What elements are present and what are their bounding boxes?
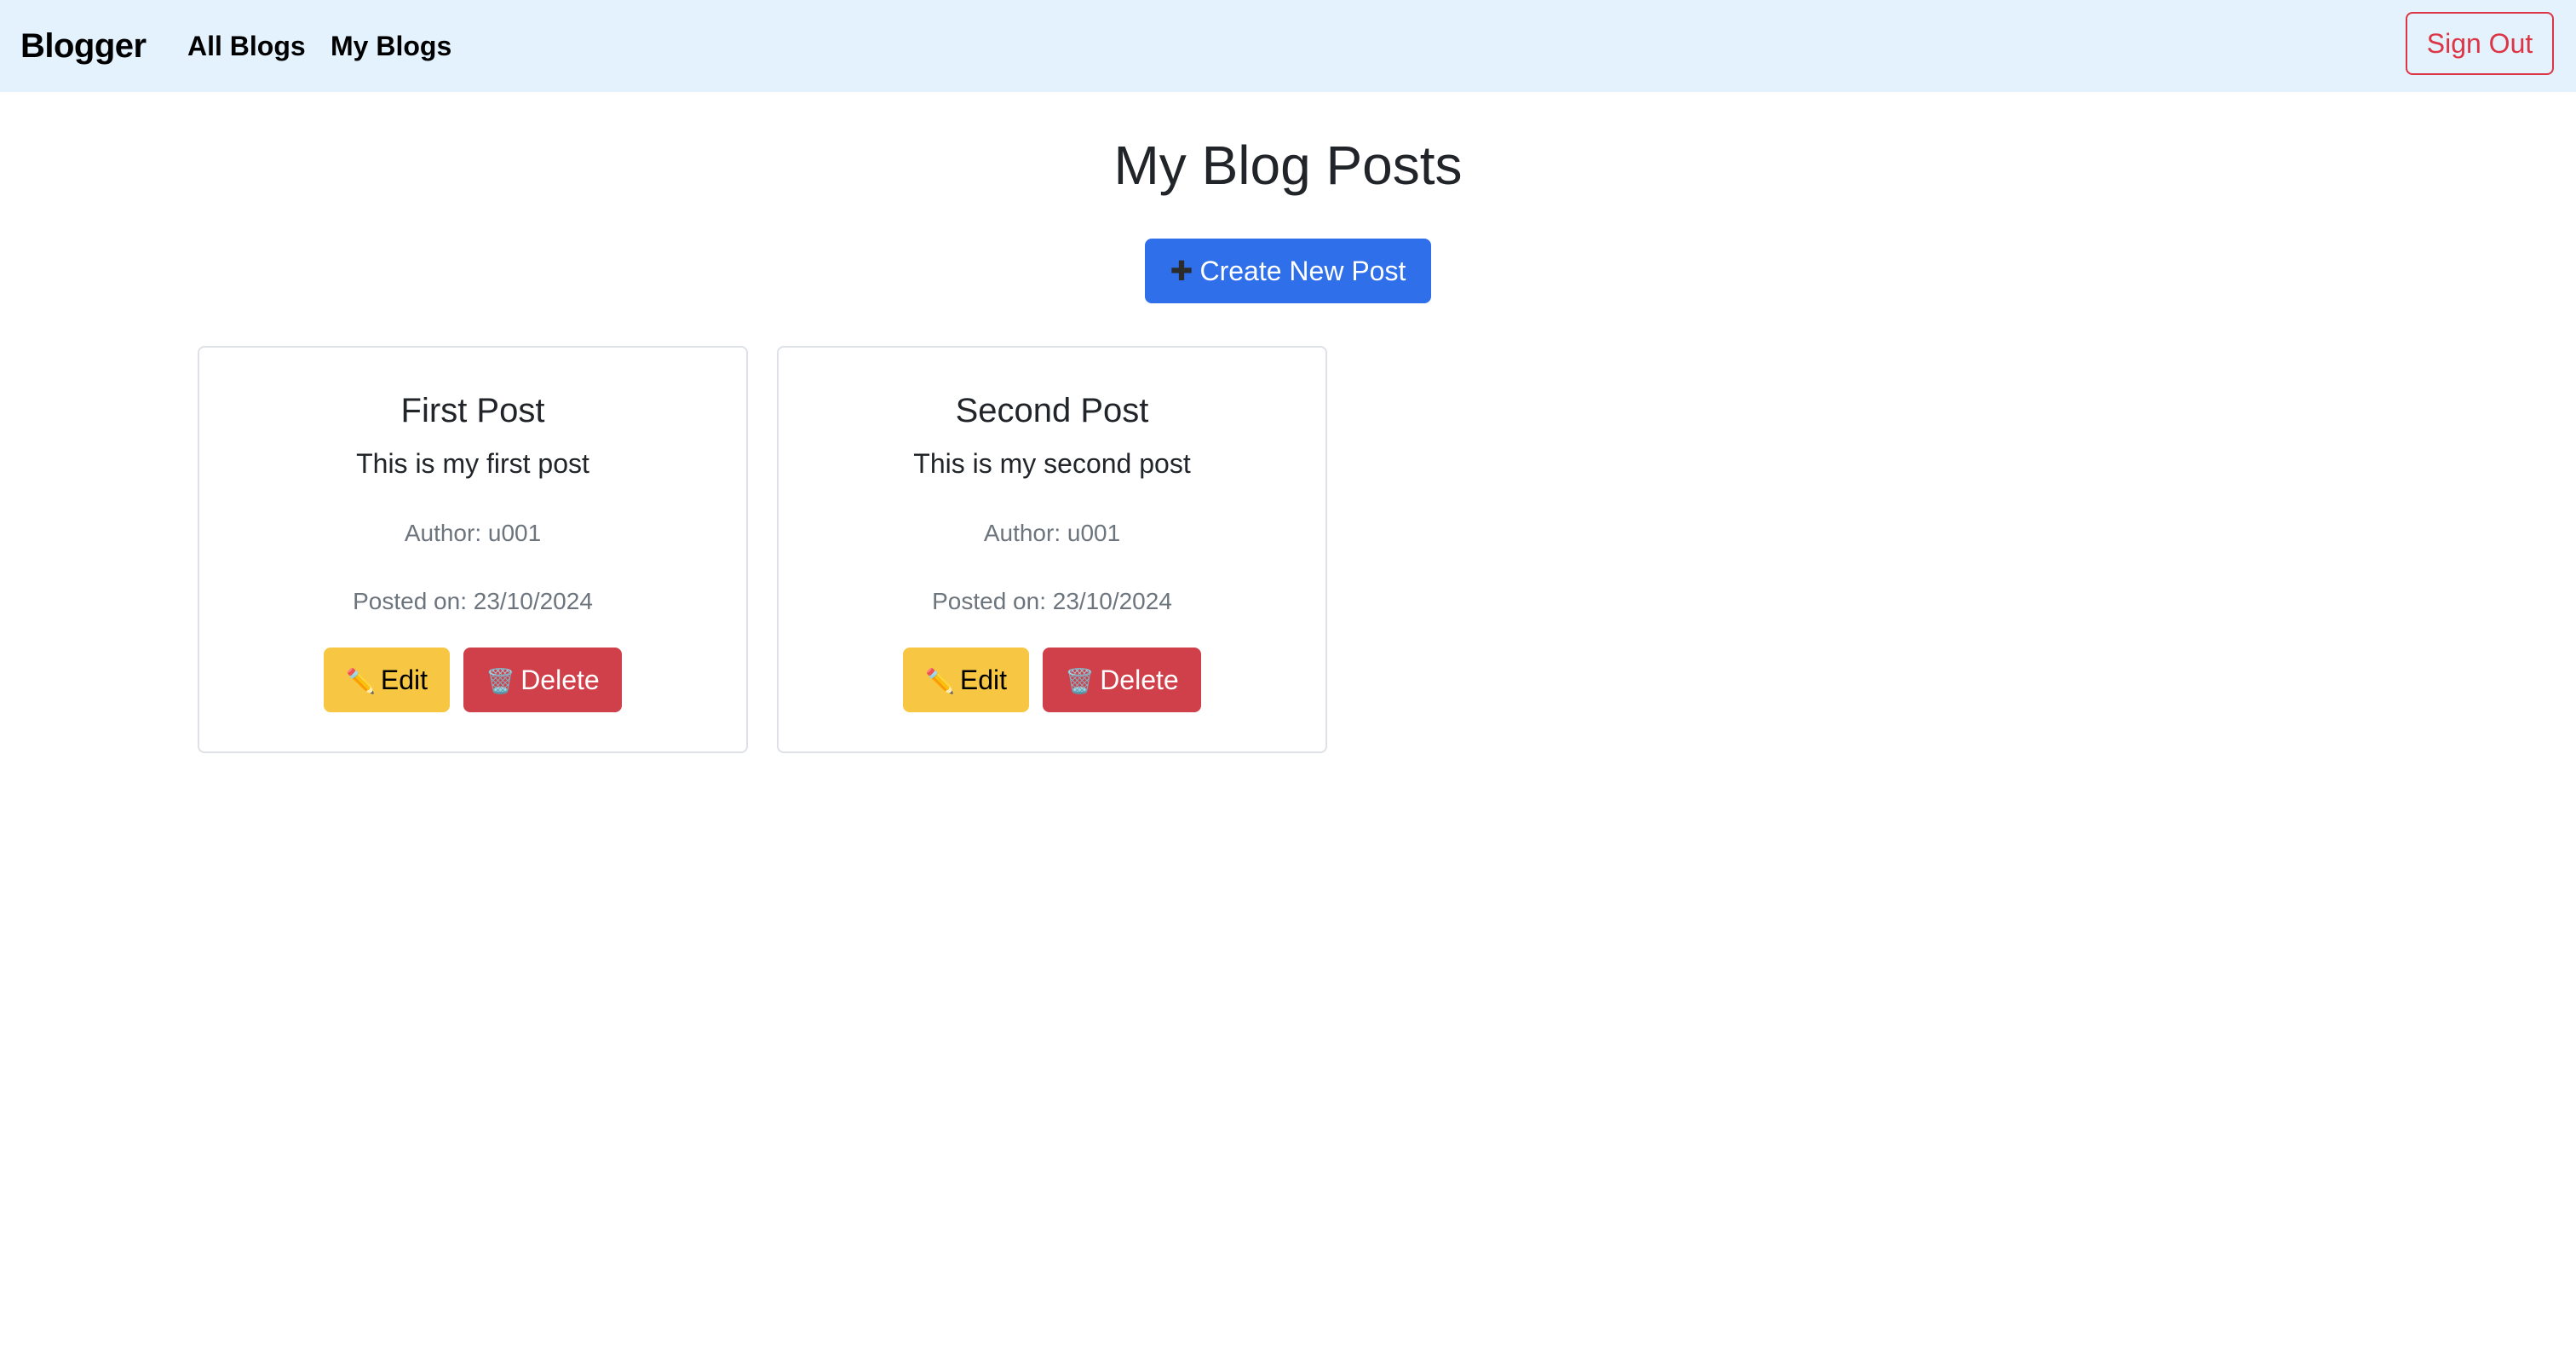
post-date: Posted on: 23/10/2024: [932, 588, 1172, 614]
edit-button[interactable]: ✏️ Edit: [324, 648, 450, 712]
create-new-post-button[interactable]: ✚ Create New Post: [1145, 239, 1431, 303]
post-card: Second Post This is my second post Autho…: [777, 346, 1327, 753]
create-new-post-label: Create New Post: [1199, 256, 1406, 286]
edit-label: Edit: [959, 665, 1007, 695]
post-actions: ✏️ Edit 🗑️ Delete: [199, 648, 746, 712]
post-actions: ✏️ Edit 🗑️ Delete: [779, 648, 1325, 712]
post-card: First Post This is my first post Author:…: [198, 346, 748, 753]
pencil-icon: ✏️: [924, 668, 955, 694]
edit-button[interactable]: ✏️ Edit: [903, 648, 1029, 712]
post-author: Author: u001: [983, 520, 1121, 546]
sign-out-button[interactable]: Sign Out: [2406, 12, 2554, 75]
post-date: Posted on: 23/10/2024: [353, 588, 593, 614]
post-content: This is my second post: [913, 448, 1191, 479]
post-content: This is my first post: [356, 448, 589, 479]
post-title: First Post: [400, 392, 545, 429]
nav-link-all-blogs[interactable]: All Blogs: [187, 0, 306, 92]
post-author: Author: u001: [404, 520, 542, 546]
delete-label: Delete: [520, 665, 600, 695]
post-title: Second Post: [955, 392, 1149, 429]
plus-icon: ✚: [1170, 256, 1193, 286]
pencil-icon: ✏️: [345, 668, 376, 694]
page-title: My Blog Posts: [1113, 135, 1463, 196]
top-navbar: Blogger All Blogs My Blogs Sign Out: [0, 0, 2576, 92]
edit-label: Edit: [380, 665, 428, 695]
delete-label: Delete: [1100, 665, 1179, 695]
trash-icon: 🗑️: [486, 668, 516, 694]
trash-icon: 🗑️: [1065, 668, 1095, 694]
delete-button[interactable]: 🗑️ Delete: [463, 648, 622, 712]
delete-button[interactable]: 🗑️ Delete: [1043, 648, 1201, 712]
nav-link-my-blogs[interactable]: My Blogs: [331, 0, 451, 92]
brand-logo[interactable]: Blogger: [20, 0, 147, 92]
